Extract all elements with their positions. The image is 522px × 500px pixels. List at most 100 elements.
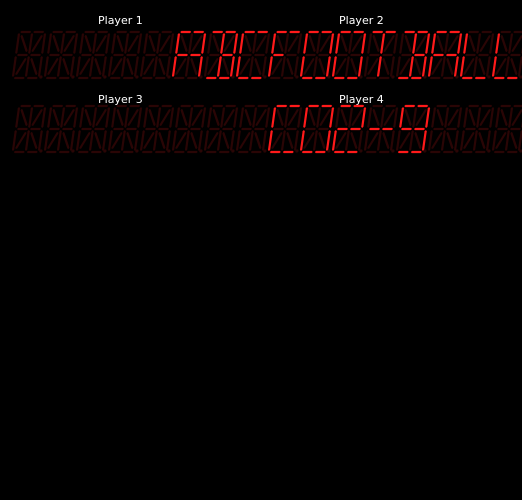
segment-a1 <box>276 104 288 108</box>
segment-c <box>133 56 139 77</box>
segment-g2 <box>125 127 137 131</box>
segment-a1 <box>372 30 384 34</box>
segment-g2 <box>445 53 457 57</box>
digit-cell-row1-right-6 <box>427 30 463 80</box>
segment-m <box>62 132 70 149</box>
segment-k <box>367 132 379 149</box>
segment-h <box>212 109 220 126</box>
segment-g2 <box>61 53 73 57</box>
segment-a1 <box>308 30 320 34</box>
segment-k <box>79 132 91 149</box>
segment-f <box>143 107 149 128</box>
segment-g2 <box>189 127 201 131</box>
segment-k <box>15 132 27 149</box>
digit-cell-row1-left-8 <box>235 30 271 80</box>
segment-g2 <box>413 127 425 131</box>
segment-c <box>37 56 43 77</box>
segment-d2 <box>26 150 38 154</box>
segment-f <box>239 33 245 54</box>
segment-d1 <box>13 150 25 154</box>
segment-h <box>404 35 412 52</box>
segment-d2 <box>410 76 422 80</box>
segment-g1 <box>304 53 316 57</box>
segment-d2 <box>410 150 422 154</box>
segment-k <box>175 132 187 149</box>
segment-c <box>229 56 235 77</box>
segment-f <box>463 33 469 54</box>
segment-m <box>190 58 198 75</box>
segment-c <box>485 56 491 77</box>
segment-g1 <box>16 53 28 57</box>
segment-d1 <box>13 76 25 80</box>
segment-j <box>191 109 203 126</box>
segment-j <box>287 109 299 126</box>
segment-g1 <box>496 53 508 57</box>
segment-m <box>126 132 134 149</box>
segment-m <box>190 132 198 149</box>
segment-d2 <box>186 76 198 80</box>
segment-h <box>372 109 380 126</box>
digit-cell-row2-right-6 <box>427 104 463 154</box>
segment-d2 <box>346 150 358 154</box>
segment-h <box>276 35 284 52</box>
segment-k <box>431 132 443 149</box>
segment-d2 <box>442 150 454 154</box>
segment-m <box>510 132 518 149</box>
segment-j <box>479 109 491 126</box>
segment-a2 <box>65 30 77 34</box>
segment-a1 <box>116 30 128 34</box>
segment-g1 <box>144 53 156 57</box>
segment-f <box>47 33 53 54</box>
segment-d1 <box>301 76 313 80</box>
segment-d1 <box>141 150 153 154</box>
segment-d2 <box>90 76 102 80</box>
segment-f <box>335 107 341 128</box>
segment-g2 <box>221 127 233 131</box>
segment-d1 <box>493 76 505 80</box>
segment-k <box>271 132 283 149</box>
segment-d2 <box>58 76 70 80</box>
segment-d1 <box>141 76 153 80</box>
segment-a2 <box>513 30 522 34</box>
segment-f <box>431 33 437 54</box>
segment-a1 <box>212 30 224 34</box>
digit-cell-row2-right-1 <box>267 104 303 154</box>
segment-a2 <box>449 104 461 108</box>
segment-a2 <box>321 30 333 34</box>
segment-f <box>271 107 277 128</box>
segment-m <box>62 58 70 75</box>
digit-cell-row1-left-6 <box>171 30 207 80</box>
segment-display-row-2 <box>11 104 522 154</box>
digit-cell-row1-right-1 <box>267 30 303 80</box>
segment-a1 <box>116 104 128 108</box>
segment-h <box>84 35 92 52</box>
segment-a2 <box>289 30 301 34</box>
segment-c <box>197 56 203 77</box>
segment-f <box>175 107 181 128</box>
segment-g2 <box>381 127 393 131</box>
segment-m <box>446 132 454 149</box>
segment-a2 <box>385 104 397 108</box>
segment-a2 <box>321 104 333 108</box>
segment-m <box>94 58 102 75</box>
segment-f <box>111 33 117 54</box>
segment-a2 <box>161 104 173 108</box>
segment-h <box>212 35 220 52</box>
segment-g2 <box>349 53 361 57</box>
segment-g1 <box>464 53 476 57</box>
segment-k <box>143 132 155 149</box>
segment-m <box>126 58 134 75</box>
segment-g2 <box>93 53 105 57</box>
segment-d2 <box>122 76 134 80</box>
segment-a2 <box>161 30 173 34</box>
segment-h <box>372 35 380 52</box>
segment-d2 <box>122 150 134 154</box>
segment-c <box>69 56 75 77</box>
segment-d2 <box>154 150 166 154</box>
segment-k <box>335 132 347 149</box>
segment-h <box>404 109 412 126</box>
segment-j <box>63 35 75 52</box>
segment-j <box>351 109 363 126</box>
digit-cell-row2-left-4 <box>107 104 143 154</box>
segment-m <box>30 58 38 75</box>
